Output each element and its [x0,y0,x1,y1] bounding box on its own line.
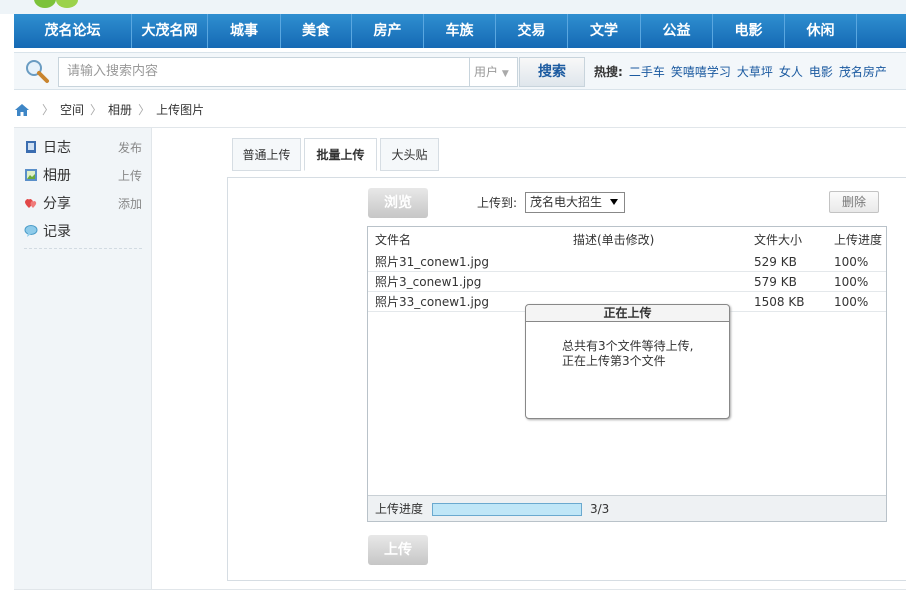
hot-link[interactable]: 女人 [779,65,803,79]
nav-item-trade[interactable]: 交易 [496,14,568,48]
sidebar-item-label: 分享 [43,196,71,212]
column-header-desc: 描述(单击修改) [573,233,655,247]
column-header-size: 文件大小 [754,233,803,247]
file-name: 照片31_conew1.jpg [375,255,490,269]
tab-batch-upload[interactable]: 批量上传 [304,138,377,171]
record-icon [24,224,38,238]
search-scope-select[interactable]: 用户 ▼ [470,57,518,87]
sidebar-item-label: 相册 [43,168,71,184]
breadcrumb-separator: 〉 [42,103,55,117]
file-name: 照片33_conew1.jpg [375,295,490,309]
dialog-title: 正在上传 [526,305,729,322]
search-icon [26,60,49,83]
breadcrumb-album[interactable]: 相册 [108,96,132,124]
nav-item-food[interactable]: 美食 [281,14,352,48]
chevron-down-icon: ▼ [501,69,509,79]
dialog-line: 正在上传第3个文件 [562,354,666,368]
tab-photo-sticker[interactable]: 大头贴 [380,138,439,171]
file-progress: 100% [834,255,869,269]
sidebar-item-share[interactable]: 分享 添加 [24,193,142,213]
upload-link[interactable]: 上传 [118,167,142,184]
hot-search-label: 热搜: [594,65,623,79]
hot-searches: 热搜: 二手车 笑嘻嘻学习 大草坪 女人 电影 茂名房产 [594,53,893,91]
upload-to-label: 上传到: [477,196,518,210]
nav-item-maoming-net[interactable]: 大茂名网 [132,14,208,48]
progress-label: 上传进度 [375,502,424,516]
hot-link[interactable]: 电影 [809,65,833,79]
hot-link[interactable]: 二手车 [629,65,665,79]
nav-item-forum[interactable]: 茂名论坛 [14,14,132,48]
file-size: 1508 KB [754,295,805,309]
column-header-progress: 上传进度 [834,233,883,247]
add-link[interactable]: 添加 [118,195,142,212]
file-size: 579 KB [754,275,797,289]
tab-normal-upload[interactable]: 普通上传 [232,138,301,171]
sidebar: 日志 发布 相册 上传 分享 添加 记录 [14,128,152,589]
nav-item-movie[interactable]: 电影 [713,14,785,48]
file-progress: 100% [834,295,869,309]
blog-icon [24,140,38,154]
file-size: 529 KB [754,255,797,269]
logo-leaf-icon [56,0,78,8]
hot-link[interactable]: 茂名房产 [839,65,887,79]
table-row[interactable]: 照片3_conew1.jpg 579 KB 100% [368,272,886,292]
progress-bar-fill [433,504,581,515]
site-logo[interactable] [95,0,225,5]
breadcrumb-space[interactable]: 空间 [60,96,84,124]
nav-item-literature[interactable]: 文学 [568,14,641,48]
sidebar-item-label: 记录 [43,224,71,240]
uploading-dialog: 正在上传 总共有3个文件等待上传, 正在上传第3个文件 [525,304,730,419]
album-select[interactable]: 茂名电大招生 [525,192,625,213]
sidebar-item-label: 日志 [43,140,71,156]
chevron-down-icon [610,199,618,205]
publish-link[interactable]: 发布 [118,139,142,156]
main-nav: 茂名论坛 大茂名网 城事 美食 房产 车族 交易 文学 公益 电影 休闲 [14,14,906,48]
file-progress: 100% [834,275,869,289]
progress-bar [432,503,582,516]
column-header-name: 文件名 [375,233,412,247]
breadcrumb-separator: 〉 [90,103,103,117]
browse-button[interactable]: 浏览 [368,188,428,218]
progress-count: 3/3 [590,502,610,516]
breadcrumb-upload: 上传图片 [156,103,205,117]
progress-footer: 上传进度 3/3 [368,495,886,521]
logo-strip [0,0,906,14]
nav-item-city[interactable]: 城事 [208,14,281,48]
dialog-body: 总共有3个文件等待上传, 正在上传第3个文件 [562,339,693,369]
share-icon [24,196,38,210]
sidebar-item-album[interactable]: 相册 上传 [24,165,142,185]
nav-item-car[interactable]: 车族 [424,14,496,48]
sidebar-item-record[interactable]: 记录 [24,221,142,241]
nav-item-house[interactable]: 房产 [352,14,424,48]
sidebar-divider [24,248,142,249]
breadcrumb: 〉 空间 〉 相册 〉 上传图片 [14,96,906,124]
table-header: 文件名 描述(单击修改) 文件大小 上传进度 [368,227,886,253]
search-button[interactable]: 搜索 [519,57,585,87]
search-input[interactable]: 请输入搜索内容 [58,57,470,87]
nav-item-leisure[interactable]: 休闲 [785,14,857,48]
album-icon [24,168,38,182]
sidebar-item-blog[interactable]: 日志 发布 [24,137,142,157]
delete-button[interactable]: 删除 [829,191,879,213]
home-icon[interactable] [14,103,30,117]
table-row[interactable]: 照片31_conew1.jpg 529 KB 100% [368,252,886,272]
hot-link[interactable]: 笑嘻嘻学习 [671,65,731,79]
divider [14,589,906,590]
file-name: 照片3_conew1.jpg [375,275,482,289]
search-scope-label: 用户 [474,65,499,79]
hot-link[interactable]: 大草坪 [737,65,773,79]
nav-item-charity[interactable]: 公益 [641,14,713,48]
breadcrumb-separator: 〉 [138,103,151,117]
album-select-value: 茂名电大招生 [530,195,603,209]
logo-leaf-icon [34,0,56,8]
dialog-line: 总共有3个文件等待上传, [562,339,694,353]
search-bar: 请输入搜索内容 用户 ▼ 搜索 热搜: 二手车 笑嘻嘻学习 大草坪 女人 电影 茂名房产 [14,52,906,90]
upload-button[interactable]: 上传 [368,535,428,565]
